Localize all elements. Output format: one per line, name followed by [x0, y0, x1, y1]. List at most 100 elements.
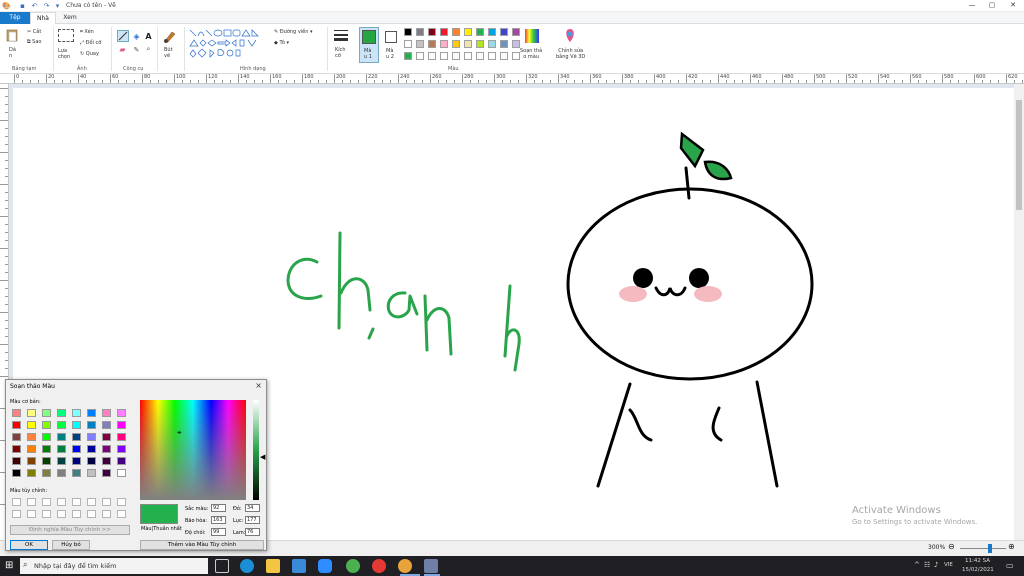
custom-color-swatch[interactable] — [42, 510, 51, 518]
redo-icon[interactable]: ↷ — [42, 1, 51, 10]
scrollbar-thumb[interactable] — [1016, 100, 1022, 210]
color2-swatch[interactable] — [385, 31, 397, 43]
red-field[interactable]: 34 — [245, 504, 260, 512]
resize-button[interactable]: ⤢ Đổi cỡ — [80, 40, 101, 46]
palette-swatch[interactable] — [440, 40, 448, 48]
basic-color-swatch[interactable] — [102, 409, 111, 417]
clock-date[interactable]: 15/02/2021 — [962, 567, 994, 573]
basic-color-swatch[interactable] — [117, 421, 126, 429]
basic-color-swatch[interactable] — [87, 469, 96, 477]
color2-label[interactable]: Mà u 2 — [386, 48, 394, 60]
maximize-button[interactable]: ▢ — [982, 0, 1002, 11]
palette-swatch[interactable] — [452, 52, 460, 60]
edit-3d-label[interactable]: Chỉnh sửa bằng Vẽ 3D — [556, 48, 585, 60]
palette-swatch[interactable] — [404, 40, 412, 48]
palette-swatch[interactable] — [452, 40, 460, 48]
palette-swatch[interactable] — [500, 28, 508, 36]
custom-color-swatch[interactable] — [102, 498, 111, 506]
basic-color-swatch[interactable] — [87, 409, 96, 417]
palette-swatch[interactable] — [488, 40, 496, 48]
palette-swatch[interactable] — [500, 52, 508, 60]
palette-swatch[interactable] — [476, 28, 484, 36]
color-spectrum[interactable] — [140, 400, 246, 500]
select-label[interactable]: Lựa chọn — [58, 48, 70, 60]
language-indicator[interactable]: VIE — [944, 562, 953, 568]
basic-color-swatch[interactable] — [102, 433, 111, 441]
custom-color-swatch[interactable] — [12, 498, 21, 506]
fill-dropdown[interactable]: ◆ Tô ▾ — [274, 40, 289, 46]
basic-color-swatch[interactable] — [27, 409, 36, 417]
basic-color-swatch[interactable] — [42, 457, 51, 465]
basic-color-swatch[interactable] — [72, 457, 81, 465]
zoom-in-icon[interactable]: ⊕ — [1008, 542, 1015, 551]
edit-colors-label[interactable]: Soạn thả o màu — [520, 48, 542, 60]
custom-color-swatch[interactable] — [72, 498, 81, 506]
basic-color-swatch[interactable] — [102, 421, 111, 429]
paste-label[interactable]: Dá n — [9, 47, 16, 59]
copy-button[interactable]: ⧉ Sao — [27, 39, 41, 45]
undo-icon[interactable]: ↶ — [30, 1, 39, 10]
basic-color-swatch[interactable] — [87, 445, 96, 453]
palette-swatch[interactable] — [428, 28, 436, 36]
cut-button[interactable]: ✂ Cắt — [27, 29, 41, 35]
palette-swatch[interactable] — [464, 40, 472, 48]
basic-color-swatch[interactable] — [87, 421, 96, 429]
basic-color-swatch[interactable] — [57, 457, 66, 465]
basic-color-swatch[interactable] — [57, 421, 66, 429]
palette-swatch[interactable] — [440, 28, 448, 36]
custom-color-swatch[interactable] — [117, 498, 126, 506]
mail-icon[interactable] — [292, 559, 306, 573]
fill-icon[interactable]: ◈ — [131, 30, 142, 42]
zoom-out-icon[interactable]: ⊖ — [948, 542, 955, 551]
custom-color-swatch[interactable] — [57, 498, 66, 506]
basic-color-swatch[interactable] — [27, 469, 36, 477]
color-picker-icon[interactable]: ✎ — [131, 44, 142, 55]
define-custom-colors-button[interactable]: Định nghĩa Màu Tùy chỉnh >> — [10, 525, 130, 535]
palette-swatch[interactable] — [500, 40, 508, 48]
custom-color-swatch[interactable] — [72, 510, 81, 518]
palette-swatch[interactable] — [416, 28, 424, 36]
basic-color-swatch[interactable] — [72, 409, 81, 417]
palette-swatch[interactable] — [464, 28, 472, 36]
dialog-close-icon[interactable]: × — [255, 381, 262, 390]
basic-color-swatch[interactable] — [42, 433, 51, 441]
basic-color-swatch[interactable] — [72, 445, 81, 453]
notification-icon[interactable]: ▭ — [1006, 561, 1014, 570]
custom-color-swatch[interactable] — [57, 510, 66, 518]
basic-color-swatch[interactable] — [27, 445, 36, 453]
basic-color-swatch[interactable] — [102, 457, 111, 465]
palette-swatch[interactable] — [440, 52, 448, 60]
custom-color-swatch[interactable] — [27, 498, 36, 506]
brush-icon[interactable] — [162, 28, 178, 44]
basic-color-swatch[interactable] — [117, 457, 126, 465]
save-icon[interactable]: ▪ — [18, 1, 27, 10]
basic-color-swatch[interactable] — [12, 457, 21, 465]
shapes-gallery-icon[interactable] — [188, 28, 268, 58]
basic-color-swatch[interactable] — [42, 421, 51, 429]
basic-color-swatch[interactable] — [27, 421, 36, 429]
basic-color-swatch[interactable] — [12, 445, 21, 453]
basic-color-swatch[interactable] — [12, 469, 21, 477]
paste-icon[interactable] — [6, 28, 18, 42]
magnifier-icon[interactable]: ⌕ — [143, 44, 154, 55]
basic-color-swatch[interactable] — [117, 433, 126, 441]
tab-view[interactable]: Xem — [57, 12, 83, 24]
palette-swatch[interactable] — [476, 52, 484, 60]
chrome-icon[interactable] — [398, 559, 412, 573]
palette-swatch[interactable] — [416, 40, 424, 48]
custom-color-swatch[interactable] — [87, 510, 96, 518]
zoom-slider[interactable] — [960, 548, 1006, 549]
palette-swatch[interactable] — [488, 52, 496, 60]
outline-dropdown[interactable]: ✎ Đường viền ▾ — [274, 29, 313, 35]
basic-color-swatch[interactable] — [57, 469, 66, 477]
select-icon[interactable] — [58, 29, 74, 42]
palette-swatch[interactable] — [488, 28, 496, 36]
basic-color-swatch[interactable] — [12, 421, 21, 429]
blue-field[interactable]: 76 — [245, 528, 260, 536]
task-view-icon[interactable] — [215, 559, 229, 573]
basic-color-swatch[interactable] — [27, 457, 36, 465]
basic-color-swatch[interactable] — [57, 433, 66, 441]
palette-swatch[interactable] — [428, 40, 436, 48]
volume-icon[interactable]: ♪ — [934, 561, 938, 569]
palette-swatch[interactable] — [512, 40, 520, 48]
